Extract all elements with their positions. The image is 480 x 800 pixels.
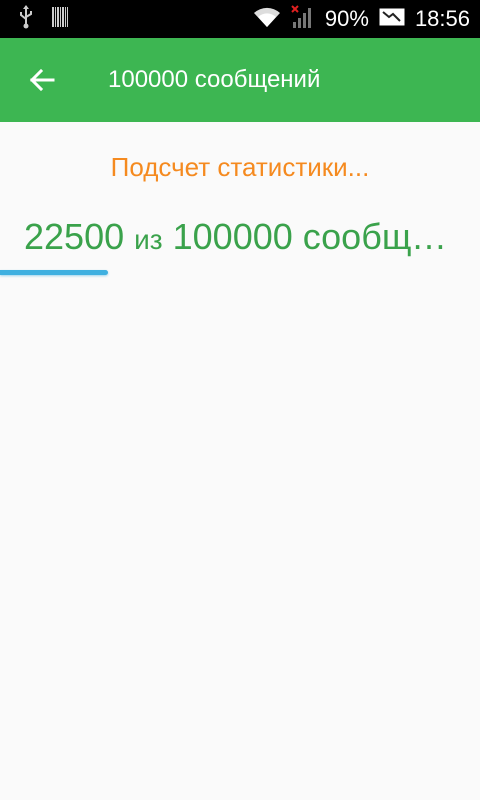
arrow-left-icon	[29, 68, 55, 92]
progress-bar	[0, 270, 480, 276]
clock: 18:56	[414, 6, 470, 31]
status-heading: Подсчет статистики...	[110, 152, 370, 182]
page-title: 100000 сообщений	[108, 66, 321, 93]
signal-no-sim-icon	[291, 4, 315, 34]
progress-total: 100000 сообщений	[172, 216, 464, 257]
progress-bar-fill	[0, 270, 108, 275]
wifi-icon	[253, 6, 281, 33]
status-bar: 90% 18:56	[0, 0, 480, 38]
status-bar-right: 90% 18:56	[253, 0, 470, 38]
progress-separator: из	[134, 224, 163, 255]
progress-counter: 22500 из 100000 сообщений	[24, 216, 464, 258]
barcode-icon	[52, 6, 68, 32]
usb-icon	[18, 4, 34, 34]
app-bar: 100000 сообщений	[0, 38, 480, 122]
progress-current: 22500	[24, 216, 125, 257]
battery-percent: 90%	[324, 6, 369, 31]
status-bar-left	[18, 0, 68, 38]
back-button[interactable]	[18, 56, 66, 104]
main-content: Подсчет статистики... 22500 из 100000 со…	[0, 122, 480, 800]
battery-icon	[379, 8, 405, 31]
